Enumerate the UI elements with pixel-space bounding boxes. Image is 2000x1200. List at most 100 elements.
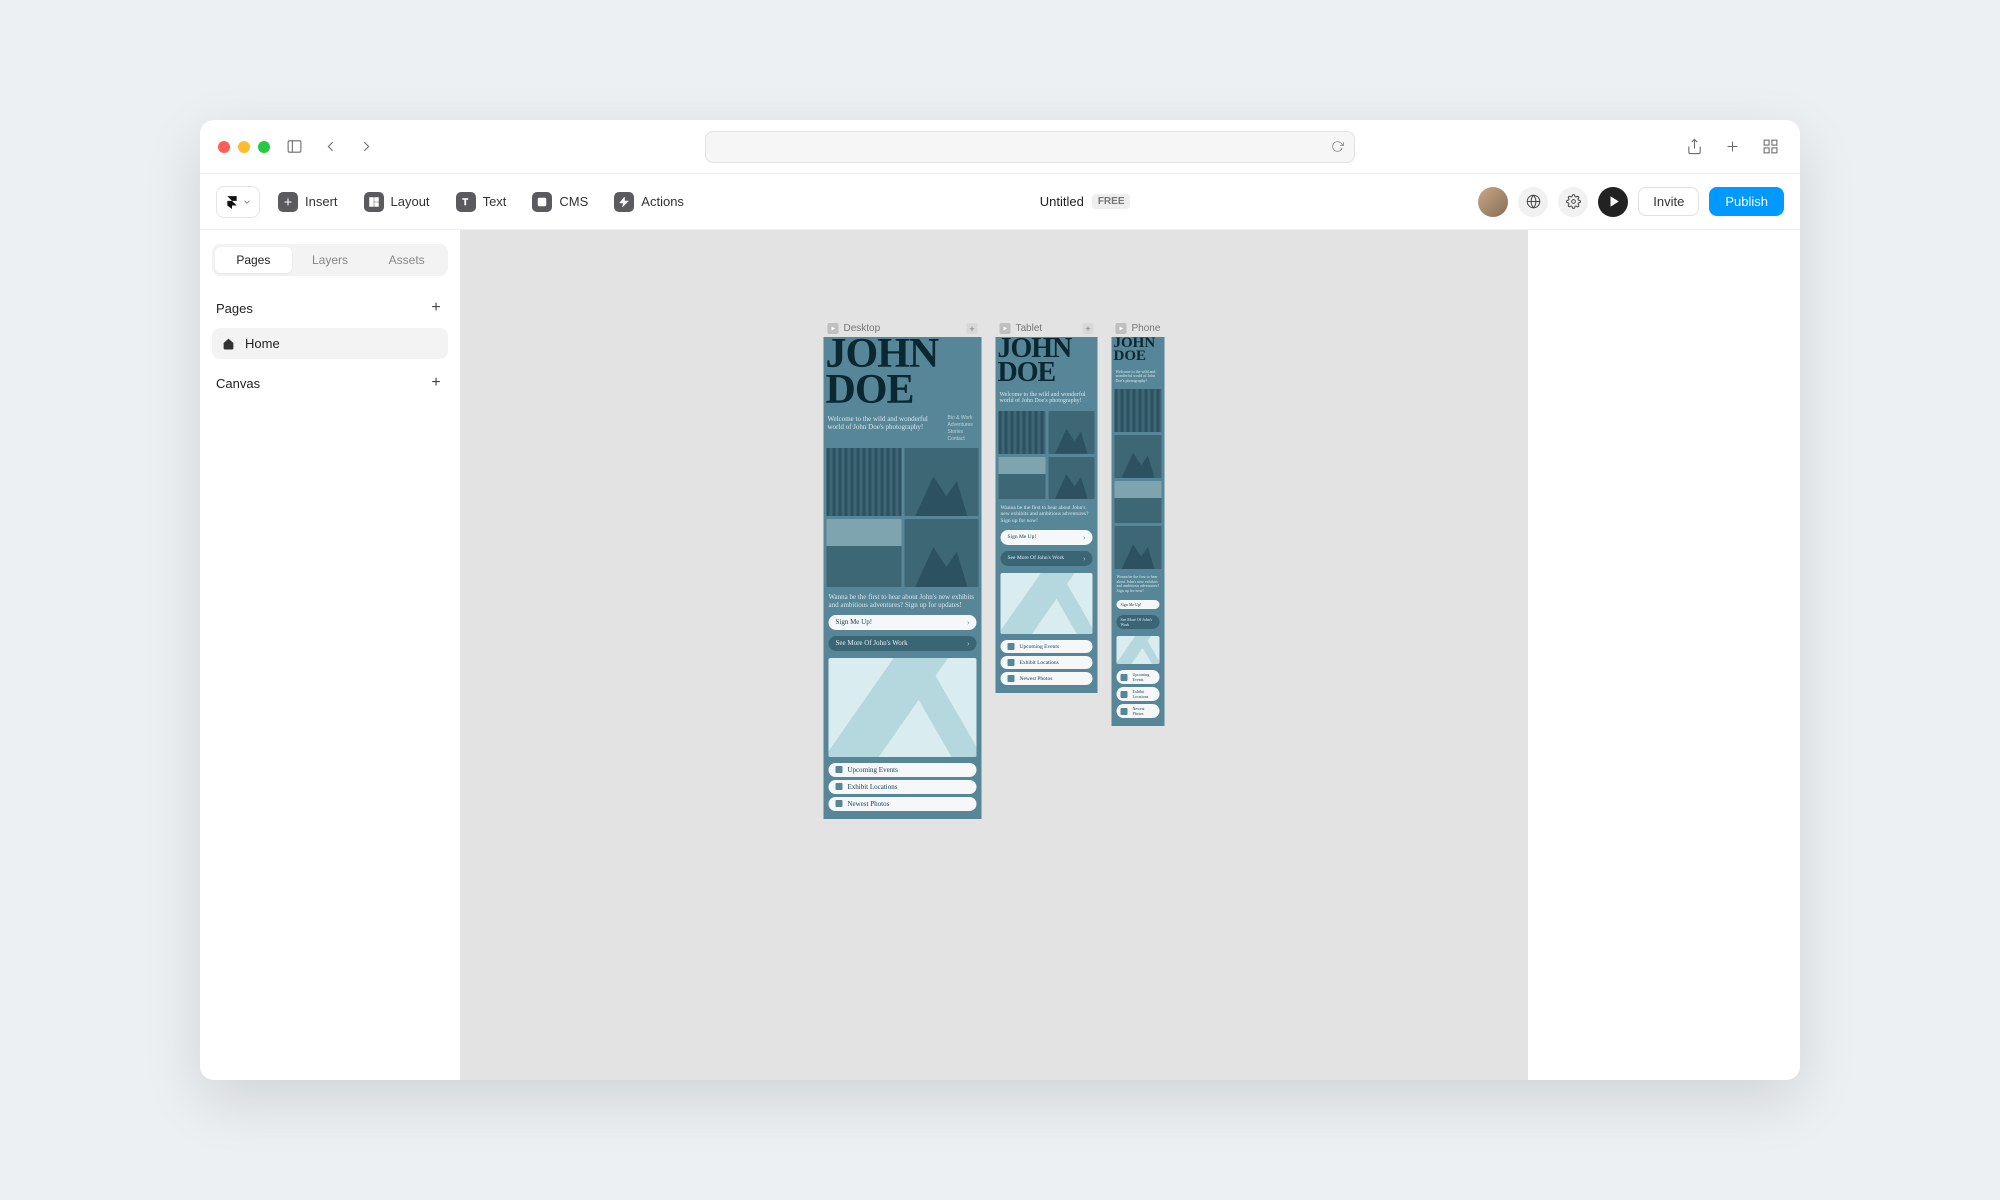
photo-thumb [1115,389,1162,432]
canvas-label: Canvas [216,376,260,391]
see-more-button: See More Of John's Work› [1001,551,1093,566]
framer-menu-button[interactable] [216,186,260,218]
left-sidebar: Pages Layers Assets Pages + Home Canvas … [200,230,460,1080]
preview-desktop[interactable]: JOHNDOE Welcome to the wild and wonderfu… [824,337,982,819]
frame-name[interactable]: Tablet [1016,323,1078,334]
map-preview [829,658,977,757]
address-bar[interactable] [705,131,1355,163]
maximize-window-button[interactable] [258,141,270,153]
sidebar-tabs: Pages Layers Assets [212,244,448,276]
photo-thumb [1115,526,1162,569]
frame-tablet[interactable]: Tablet + JOHNDOE Welcome to the wild and… [996,320,1098,693]
text-icon: T [456,192,476,212]
add-page-button[interactable]: + [428,300,444,316]
photo-thumb [827,519,902,587]
layout-label: Layout [391,194,430,209]
photo-grid [996,408,1098,502]
photo-thumb [1115,481,1162,524]
framer-logo-icon [225,195,239,209]
reload-icon[interactable] [1331,140,1344,153]
photo-thumb [999,457,1046,499]
sub-text: Wanna be the first to hear about John's … [824,590,982,612]
pages-label: Pages [216,301,253,316]
link-list: Upcoming Events Exhibit Locations Newest… [1112,668,1165,726]
new-tab-icon[interactable] [1720,135,1744,159]
preview-button[interactable] [1598,187,1628,217]
tab-layers[interactable]: Layers [292,247,369,273]
tab-pages[interactable]: Pages [215,247,292,273]
canvas-section-header: Canvas + [212,369,448,397]
page-item-label: Home [245,336,280,351]
play-icon[interactable] [828,323,839,334]
app-toolbar: Insert Layout T Text CMS Actions Untitle… [200,174,1800,230]
frame-desktop[interactable]: Desktop + JOHNDOE Welcome to the wild an… [824,320,982,819]
plus-icon [278,192,298,212]
frame-phone[interactable]: Phone JOHNDOE Welcome to the wild and wo… [1112,320,1165,726]
sidebar-toggle-icon[interactable] [282,135,306,159]
frame-header: Tablet + [996,320,1098,337]
settings-button[interactable] [1558,187,1588,217]
close-window-button[interactable] [218,141,230,153]
link-list: Upcoming Events Exhibit Locations Newest… [824,761,982,819]
insert-tool[interactable]: Insert [270,187,346,217]
plan-badge: FREE [1092,194,1131,209]
main-area: Pages Layers Assets Pages + Home Canvas … [200,230,1800,1080]
play-icon[interactable] [1116,323,1127,334]
add-canvas-button[interactable]: + [428,375,444,391]
map-preview [1001,573,1093,634]
tab-assets[interactable]: Assets [368,247,445,273]
svg-text:T: T [462,197,468,207]
document-title[interactable]: Untitled [1040,194,1084,209]
cms-tool[interactable]: CMS [524,187,596,217]
home-icon [222,337,235,350]
globe-button[interactable] [1518,187,1548,217]
preview-phone[interactable]: JOHNDOE Welcome to the wild and wonderfu… [1112,337,1165,726]
hero-title: JOHNDOE [1114,337,1163,363]
text-label: Text [483,194,507,209]
forward-button[interactable] [354,135,378,159]
sub-text: Wanna be the first to hear about John's … [1112,572,1165,596]
invite-button[interactable]: Invite [1638,187,1699,216]
layout-tool[interactable]: Layout [356,187,438,217]
play-icon[interactable] [1000,323,1011,334]
canvas-frames: Desktop + JOHNDOE Welcome to the wild an… [824,320,1165,819]
canvas-viewport[interactable]: Desktop + JOHNDOE Welcome to the wild an… [460,230,1528,1080]
pages-section-header: Pages + [212,294,448,322]
signup-button: Sign Me Up! [1117,600,1160,609]
page-item-home[interactable]: Home [212,328,448,359]
photo-thumb [1048,457,1095,499]
frame-name[interactable]: Phone [1132,323,1161,334]
see-more-button: See More Of John's Work› [829,636,977,651]
bolt-icon [614,192,634,212]
chevron-down-icon [242,197,252,207]
intro-text: Welcome to the wild and wonderful world … [1000,392,1094,406]
actions-tool[interactable]: Actions [606,187,692,217]
photo-thumb [904,448,979,516]
frame-add-icon[interactable]: + [1083,323,1094,334]
preview-tablet[interactable]: JOHNDOE Welcome to the wild and wonderfu… [996,337,1098,693]
cms-label: CMS [559,194,588,209]
tabs-overview-icon[interactable] [1758,135,1782,159]
text-tool[interactable]: T Text [448,187,515,217]
cms-icon [532,192,552,212]
signup-button: Sign Me Up!› [829,615,977,630]
photo-grid [1112,386,1165,572]
back-button[interactable] [318,135,342,159]
intro-text: Welcome to the wild and wonderful world … [828,415,944,442]
hero-title: JOHNDOE [998,337,1096,385]
signup-button: Sign Me Up!› [1001,530,1093,545]
photo-thumb [904,519,979,587]
frame-add-icon[interactable]: + [967,323,978,334]
browser-titlebar [200,120,1800,174]
layout-icon [364,192,384,212]
right-panel [1528,230,1800,1080]
map-preview [1117,636,1160,665]
user-avatar[interactable] [1478,187,1508,217]
intro-text: Welcome to the wild and wonderful world … [1116,370,1161,384]
publish-button[interactable]: Publish [1709,187,1784,216]
share-icon[interactable] [1682,135,1706,159]
minimize-window-button[interactable] [238,141,250,153]
frame-name[interactable]: Desktop [844,323,962,334]
window-controls [218,141,270,153]
photo-thumb [1048,411,1095,453]
